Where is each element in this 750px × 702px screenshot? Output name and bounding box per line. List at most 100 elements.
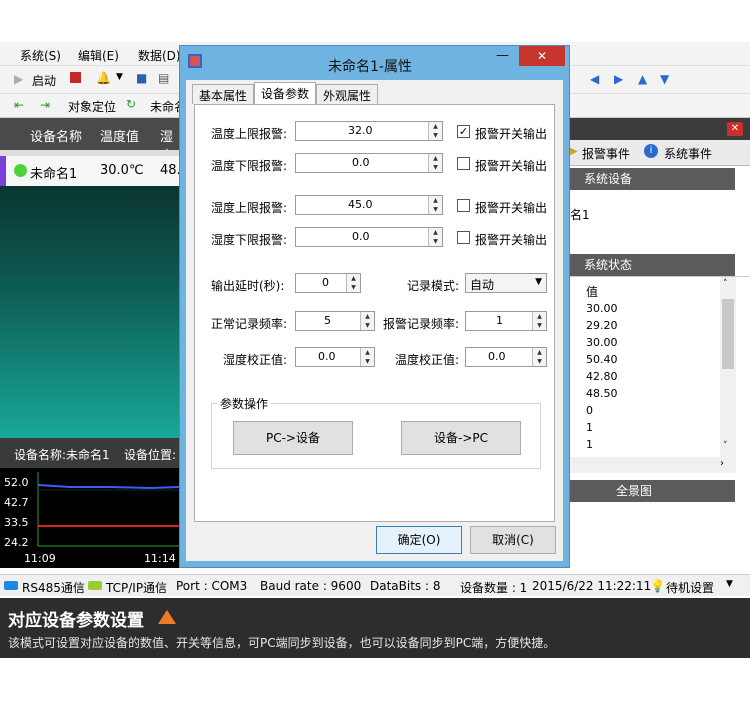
minimize-icon[interactable]: — [496,48,509,63]
first-icon[interactable]: ⇤ [14,98,24,112]
status-port: Port : COM3 [176,579,248,593]
status-standby[interactable]: 待机设置 [666,579,714,596]
device-item[interactable]: 名1 [570,206,590,223]
col-device-name[interactable]: 设备名称 [30,126,82,145]
spinner-arrows-icon[interactable]: ▲ ▼ [428,122,442,140]
device-to-pc-button[interactable]: 设备->PC [401,421,521,455]
spinner-arrows-icon[interactable]: ▲ ▼ [532,348,546,366]
status-rs485: RS485通信 [22,581,85,595]
status-tcp: TCP/IP通信 [106,581,168,595]
tab-system-events[interactable]: 系统事件 [664,145,712,162]
device-info-bar: 设备名称:未命名1 设备位置: [0,438,180,468]
tab-basic[interactable]: 基本属性 [192,84,255,104]
device-params-page: 温度上限报警: 32.0 ▲ ▼ ✓ 报警开关输出 温度下限报警: 0.0 ▲ ▼ … [194,104,555,522]
alarm-output-checkbox-1[interactable]: ✓ [457,125,470,138]
device-list: 名1 [570,190,750,254]
arrow-right-icon[interactable]: ▶ [614,72,623,86]
col-temperature[interactable]: 温度值 [100,126,139,145]
section-system-status[interactable]: 系统状态 [570,254,735,276]
scene-view [0,186,180,438]
close-icon[interactable]: ✕ [519,46,565,66]
locate-button[interactable]: 对象定位 [68,98,116,115]
status-databits: DataBits : 8 [370,579,441,593]
tick-label: 52.0 [4,476,29,489]
app-window: 系统(S) 编辑(E) 数据(D) ▶ 启动 🔔 ▼ ■ ▤ ◀ ▶ ▲ ▼ ⇤… [0,0,750,702]
save-icon[interactable]: ■ [136,71,147,85]
cancel-button[interactable]: 取消(C) [470,526,556,554]
alarm-output-checkbox-2[interactable] [457,157,470,170]
menu-edit[interactable]: 编辑(E) [78,47,119,64]
chevron-up-icon[interactable]: ˄ [723,279,728,289]
refresh-icon[interactable]: ↻ [126,97,136,111]
caption-title: 对应设备参数设置 [8,611,144,631]
spinner-arrows-icon[interactable]: ▲ ▼ [346,274,360,292]
pc-to-device-button[interactable]: PC->设备 [233,421,353,455]
spinner-arrows-icon[interactable]: ▲ ▼ [428,196,442,214]
menu-data[interactable]: 数据(D) [138,47,181,64]
close-icon[interactable]: ✕ [727,122,743,136]
status-value: 1 [586,421,593,434]
hum-lower-input[interactable]: 0.0 ▲ ▼ [295,227,443,247]
ok-button[interactable]: 确定(O) [376,526,462,554]
time-label: 11:09 [24,552,56,565]
chevron-right-icon[interactable]: › [720,458,724,469]
spinner-arrows-icon[interactable]: ▲ ▼ [360,312,374,330]
horizontal-scrollbar[interactable]: › [570,457,736,473]
row-temperature: 30.0℃ [100,163,144,178]
caption-banner: 对应设备参数设置 该模式可设置对应设备的数值、开关等信息，可PC端同步到设备，也… [0,598,750,658]
scroll-thumb[interactable] [722,299,734,369]
delay-input[interactable]: 0 ▲ ▼ [295,273,361,293]
table-row[interactable]: 未命名1 30.0℃ 48. [0,156,181,186]
chevron-down-icon[interactable]: ▼ [535,277,542,287]
tab-appearance[interactable]: 外观属性 [316,84,379,104]
section-system-devices[interactable]: 系统设备 [570,168,735,190]
temp-lower-label: 温度下限报警: [211,159,288,173]
spinner-arrows-icon[interactable]: ▲ ▼ [360,348,374,366]
chevron-down-icon[interactable]: ˅ [723,441,728,451]
alarm-output-label: 报警开关输出 [475,233,548,247]
panorama-area [570,502,750,572]
menu-system[interactable]: 系统(S) [20,47,61,64]
triangle-icon [158,610,176,624]
event-tabs: ▶ 报警事件 i 系统事件 [570,140,750,166]
hum-cal-label: 湿度校正值: [223,353,288,367]
alarm-freq-input[interactable]: 1 ▲ ▼ [465,311,547,331]
chevron-down-icon[interactable]: ▼ [116,72,123,82]
last-icon[interactable]: ⇥ [40,98,50,112]
arrow-down-icon[interactable]: ▼ [660,72,669,86]
temp-cal-input[interactable]: 0.0 ▲ ▼ [465,347,547,367]
dialog-titlebar[interactable]: 未命名1-属性 — ✕ [180,46,569,78]
play-icon[interactable]: ▶ [14,72,23,86]
normal-freq-input[interactable]: 5 ▲ ▼ [295,311,375,331]
vertical-scrollbar[interactable]: ˄ ˅ [720,277,736,457]
tab-device-params[interactable]: 设备参数 [254,82,317,105]
start-button[interactable]: 启动 [32,72,56,89]
bell-icon[interactable]: 🔔 [96,71,111,85]
dialog-body: 基本属性 设备参数 外观属性 温度上限报警: 32.0 ▲ ▼ ✓ 报警开关输出 … [186,80,563,561]
alarm-freq-label: 报警记录频率: [383,317,460,331]
hum-upper-input[interactable]: 45.0 ▲ ▼ [295,195,443,215]
tab-alarm-events[interactable]: 报警事件 [582,145,630,162]
record-mode-select[interactable]: 自动 ▼ [465,273,547,293]
print-icon[interactable]: ▤ [158,71,169,85]
alarm-output-checkbox-4[interactable] [457,231,470,244]
hum-cal-input[interactable]: 0.0 ▲ ▼ [295,347,375,367]
spinner-arrows-icon[interactable]: ▲ ▼ [428,228,442,246]
param-ops-label: 参数操作 [217,395,272,412]
arrow-left-icon[interactable]: ◀ [590,72,599,86]
spinner-arrows-icon[interactable]: ▲ ▼ [428,154,442,172]
col-value-header[interactable]: 值 [586,283,598,300]
alarm-output-checkbox-3[interactable] [457,199,470,212]
hum-lower-label: 湿度下限报警: [211,233,288,247]
temp-lower-input[interactable]: 0.0 ▲ ▼ [295,153,443,173]
status-value: 50.40 [586,353,618,366]
spinner-arrows-icon[interactable]: ▲ ▼ [532,312,546,330]
stop-icon[interactable] [70,72,81,83]
section-panorama[interactable]: 全景图 [570,480,735,502]
bulb-icon: 💡 [650,579,665,593]
grid-header: 设备名称 温度值 湿度 [0,118,180,164]
arrow-up-icon[interactable]: ▲ [638,72,647,86]
temp-upper-input[interactable]: 32.0 ▲ ▼ [295,121,443,141]
status-baud: Baud rate : 9600 [260,579,362,593]
chevron-down-icon[interactable]: ▼ [726,579,733,589]
